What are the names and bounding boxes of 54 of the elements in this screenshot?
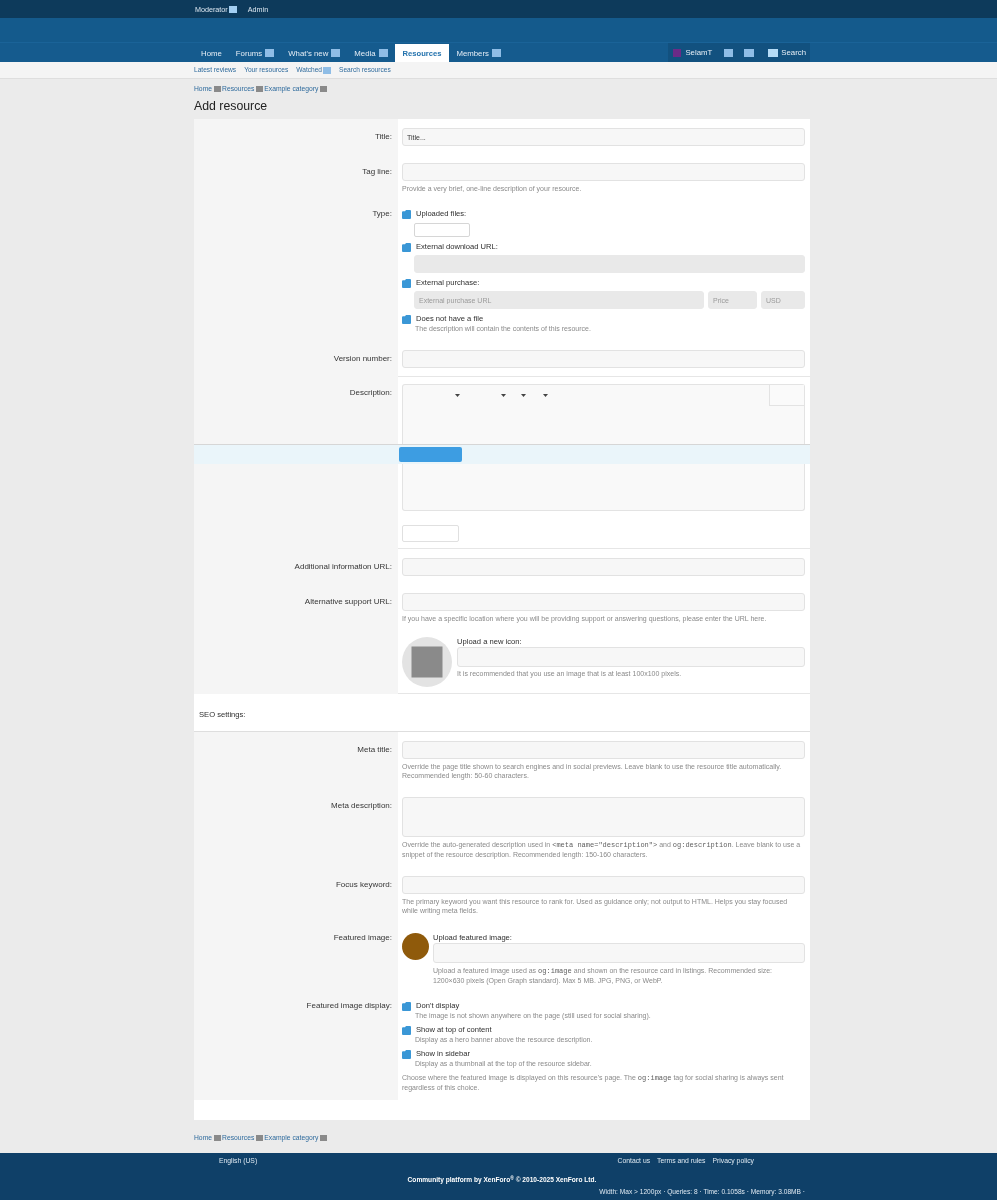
avatar-icon [673, 48, 682, 57]
field-label: Title: [374, 131, 392, 143]
square-icon [256, 1135, 264, 1141]
folder-icon[interactable] [402, 242, 411, 252]
file-field[interactable] [414, 223, 470, 237]
image-placeholder-icon [402, 637, 452, 687]
caret-down-icon[interactable] [521, 394, 526, 397]
square-icon [214, 1135, 221, 1141]
caret-down-icon[interactable] [455, 394, 460, 397]
field-label: Alternative support URL: [304, 596, 392, 608]
file-field[interactable] [457, 647, 805, 667]
field-label: Tag line: [362, 166, 392, 178]
square-icon [256, 86, 264, 92]
field-label: Version number: [333, 353, 392, 365]
folder-icon[interactable] [402, 1001, 411, 1011]
field-label: Additional information URL: [294, 561, 392, 573]
editor-field[interactable] [402, 384, 805, 444]
input-field[interactable] [402, 525, 459, 542]
folder-icon[interactable] [402, 1025, 411, 1035]
square-icon[interactable] [378, 49, 388, 57]
square-icon [320, 86, 328, 92]
square-icon[interactable] [265, 49, 275, 57]
input-field[interactable] [402, 350, 805, 368]
caret-down-icon[interactable] [501, 394, 506, 397]
square-icon[interactable] [331, 49, 341, 57]
folder-icon[interactable] [402, 1049, 411, 1059]
square-icon[interactable] [724, 48, 734, 57]
field-label: Meta title: [357, 744, 392, 756]
page-title: Add resource [194, 99, 268, 113]
input-field[interactable] [402, 558, 805, 576]
folder-icon[interactable] [402, 209, 411, 219]
folder-icon[interactable] [402, 314, 411, 324]
field-label: Description: [349, 387, 392, 399]
input-field[interactable] [402, 741, 805, 759]
file-field[interactable] [433, 943, 805, 963]
square-icon[interactable] [744, 48, 755, 57]
square-icon [214, 86, 221, 92]
square-icon[interactable] [491, 49, 501, 57]
input-field[interactable] [402, 593, 805, 611]
field-label: Focus keyword: [335, 879, 392, 891]
input-field[interactable] [402, 163, 805, 181]
square-icon [768, 48, 779, 57]
caret-down-icon[interactable] [543, 394, 548, 397]
square-icon [320, 1135, 328, 1141]
field-label: Featured image display: [306, 1001, 392, 1011]
field-label: Meta description: [331, 800, 392, 812]
image-preview-icon [402, 933, 429, 960]
editor-field[interactable] [402, 464, 805, 511]
textarea-field[interactable] [402, 797, 805, 837]
field-label: Type: [372, 209, 392, 219]
field-label: Featured image: [333, 933, 392, 943]
square-icon[interactable] [228, 5, 237, 13]
input-field[interactable] [402, 876, 805, 894]
folder-icon[interactable] [402, 278, 411, 288]
